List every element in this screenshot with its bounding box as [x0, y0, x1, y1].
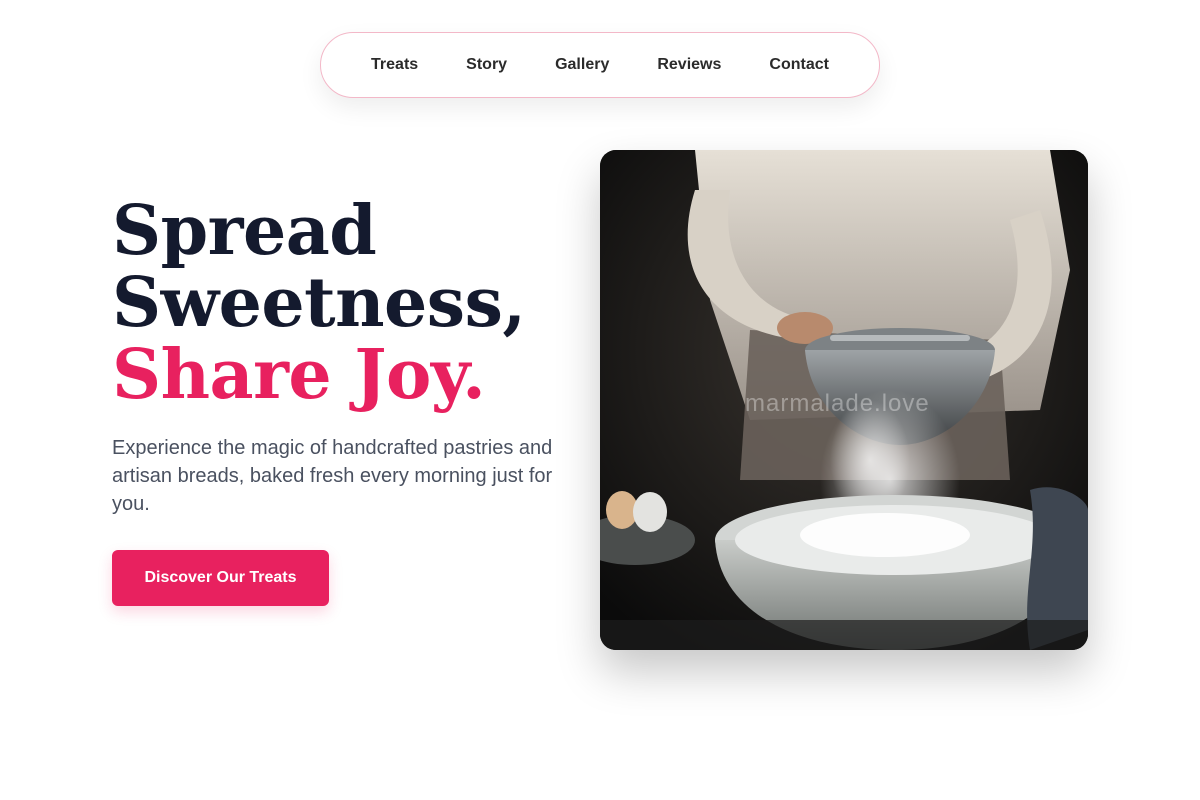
image-watermark: marmalade.love: [745, 390, 930, 417]
hero-title: Spread Sweetness, Share Joy.: [112, 195, 526, 411]
nav-item-contact[interactable]: Contact: [769, 56, 829, 74]
main-nav: Treats Story Gallery Reviews Contact: [320, 32, 880, 98]
nav-item-story[interactable]: Story: [466, 56, 507, 74]
hero-description: Experience the magic of handcrafted past…: [112, 437, 553, 515]
hero-title-accent: Share Joy.: [112, 335, 486, 415]
nav-item-treats[interactable]: Treats: [371, 56, 418, 74]
discover-treats-button[interactable]: Discover Our Treats: [112, 550, 329, 606]
hero-title-line-1: Spread: [112, 191, 377, 271]
nav-item-gallery[interactable]: Gallery: [555, 56, 609, 74]
hero-image: marmalade.love: [600, 150, 1088, 650]
hero-title-line-2: Sweetness,: [112, 263, 526, 343]
nav-item-reviews[interactable]: Reviews: [657, 56, 721, 74]
